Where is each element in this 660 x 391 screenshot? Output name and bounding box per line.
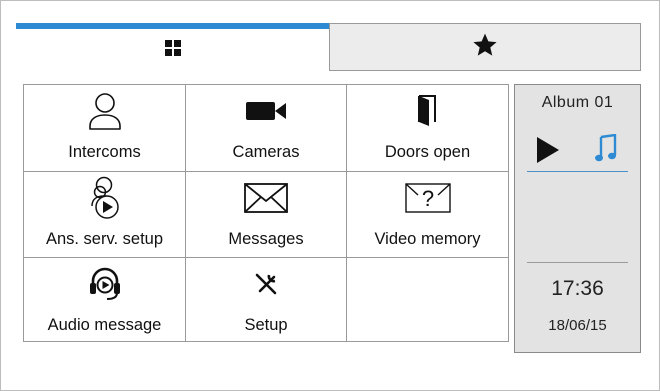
tab-grid[interactable] [16, 23, 329, 71]
tab-favorites[interactable] [329, 23, 641, 71]
tools-icon [186, 264, 346, 304]
star-icon [472, 32, 498, 63]
video-memory-icon: ? [347, 178, 508, 218]
menu-item-label: Intercoms [68, 143, 141, 161]
play-icon[interactable] [537, 137, 559, 168]
menu-grid: Intercoms Cameras Doors open Ans. serv. … [23, 84, 509, 342]
menu-item-setup[interactable]: Setup [186, 258, 347, 341]
menu-item-ans-serv-setup[interactable]: Ans. serv. setup [24, 172, 186, 258]
answering-service-icon [24, 176, 185, 219]
menu-item-label: Doors open [384, 143, 471, 161]
menu-item-messages[interactable]: Messages [186, 172, 347, 258]
menu-item-label: Audio message [47, 316, 162, 334]
menu-item-label: Cameras [232, 143, 300, 161]
clock-date: 18/06/15 [548, 317, 607, 334]
music-note-icon[interactable] [595, 133, 617, 167]
headset-play-icon [24, 264, 185, 304]
divider [527, 262, 628, 263]
menu-item-label: Ans. serv. setup [45, 230, 164, 248]
menu-item-empty [347, 258, 508, 341]
menu-item-doors-open[interactable]: Doors open [347, 85, 508, 172]
grid-icon [164, 39, 181, 61]
album-title: Album 01 [541, 94, 614, 111]
door-icon [347, 91, 508, 131]
media-sidebar: Album 01 17:36 18/06/15 [514, 84, 641, 353]
menu-item-intercoms[interactable]: Intercoms [24, 85, 186, 172]
menu-item-label: Setup [244, 316, 288, 334]
menu-item-cameras[interactable]: Cameras [186, 85, 347, 172]
menu-item-label: Messages [228, 230, 304, 248]
envelope-icon [186, 178, 346, 218]
user-icon [24, 91, 185, 131]
clock-time: 17:36 [551, 277, 604, 300]
divider [527, 171, 628, 172]
menu-item-audio-message[interactable]: Audio message [24, 258, 186, 341]
menu-item-video-memory[interactable]: ? Video memory [347, 172, 508, 258]
svg-text:?: ? [421, 186, 433, 211]
menu-item-label: Video memory [374, 230, 481, 248]
camera-icon [186, 91, 346, 131]
